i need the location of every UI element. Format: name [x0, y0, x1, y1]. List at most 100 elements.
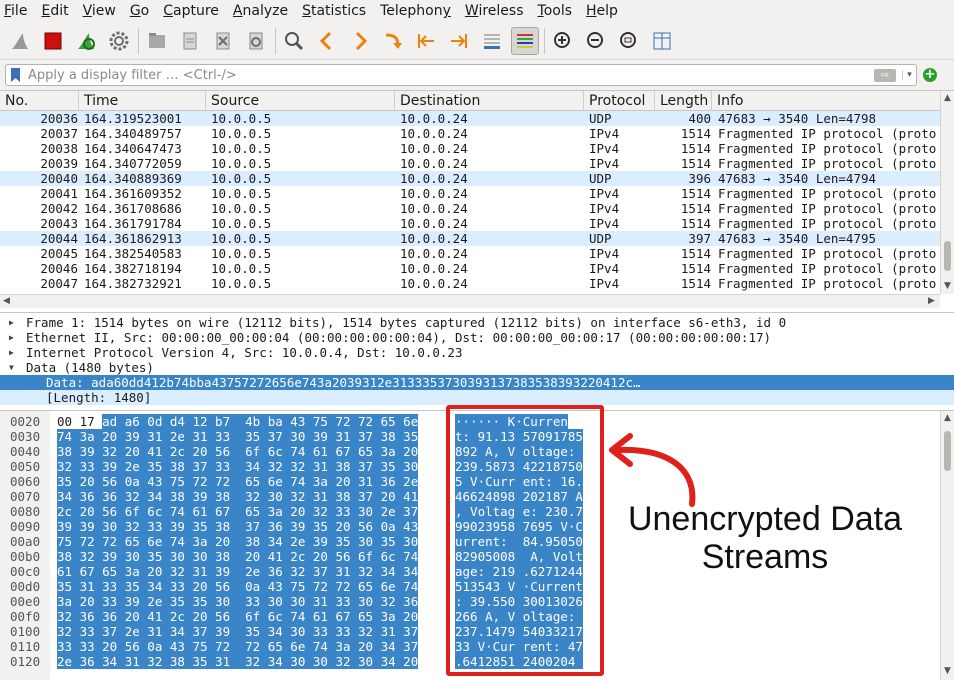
- packet-row[interactable]: 20042 164.361708686 10.0.0.5 10.0.0.24 IPv4 1…: [0, 201, 940, 216]
- go-to-packet-button[interactable]: [379, 27, 407, 55]
- packet-row[interactable]: 20039 164.340772059 10.0.0.5 10.0.0.24 IPv4 1…: [0, 156, 940, 171]
- packet-cell-info: 47683 → 3540 Len=4795: [718, 231, 877, 246]
- hex-line[interactable]: 3a 20 33 39 2e 35 35 30 33 30 30 31 33 3…: [57, 594, 419, 609]
- hex-line[interactable]: 32 36 36 20 41 2c 20 56 6f 6c 74 61 67 6…: [57, 609, 419, 624]
- packet-row[interactable]: 20045 164.382540583 10.0.0.5 10.0.0.24 IPv4 1…: [0, 246, 940, 261]
- detail-row-frame[interactable]: ▶ Frame 1: 1514 bytes on wire (12112 bits…: [0, 315, 954, 330]
- expand-arrow-icon[interactable]: ▶: [9, 315, 14, 330]
- capture-options-button[interactable]: [105, 27, 133, 55]
- packet-row[interactable]: 20047 164.382732921 10.0.0.5 10.0.0.24 IPv4 1…: [0, 276, 940, 291]
- packet-cell-proto: IPv4: [589, 186, 620, 201]
- hex-line[interactable]: 34 36 36 32 34 38 39 38 32 30 32 31 38 3…: [57, 489, 419, 504]
- packet-cell-proto: IPv4: [589, 276, 620, 291]
- menu-item-9[interactable]: Tools: [538, 3, 573, 19]
- zoom-out-button[interactable]: [582, 27, 610, 55]
- packet-row[interactable]: 20043 164.361791784 10.0.0.5 10.0.0.24 IPv4 1…: [0, 216, 940, 231]
- add-filter-button-icon[interactable]: +: [923, 68, 937, 82]
- first-packet-button[interactable]: [412, 27, 440, 55]
- expand-arrow-icon[interactable]: ▶: [9, 330, 14, 345]
- scroll-up-icon[interactable]: ▲: [944, 93, 951, 103]
- column-header-destination[interactable]: Destination: [395, 91, 584, 111]
- bytes-vertical-scrollbar[interactable]: ▲ ▼: [940, 411, 954, 680]
- display-filter-input[interactable]: Apply a display filter … <Ctrl-/> ⇨ ▾: [5, 64, 917, 86]
- column-header-length[interactable]: Length: [655, 91, 712, 111]
- menu-item-8[interactable]: Wireless: [465, 3, 524, 19]
- save-file-button[interactable]: [176, 27, 204, 55]
- menu-item-3[interactable]: Go: [130, 3, 149, 19]
- bookmark-icon[interactable]: [11, 68, 20, 82]
- scroll-down-icon[interactable]: ▼: [944, 281, 951, 291]
- menu-item-6[interactable]: Statistics: [302, 3, 366, 19]
- autoscroll-button[interactable]: [478, 27, 506, 55]
- hex-line[interactable]: 35 20 56 0a 43 75 72 72 65 6e 74 3a 20 3…: [57, 474, 419, 489]
- menu-item-2[interactable]: View: [83, 3, 116, 19]
- stop-capture-button[interactable]: [39, 27, 67, 55]
- expand-arrow-icon[interactable]: ▶: [9, 345, 14, 360]
- hex-line[interactable]: 2c 20 56 6f 6c 74 61 67 65 3a 20 32 33 3…: [57, 504, 419, 519]
- hex-line[interactable]: 00 17 ad a6 0d d4 12 b7 4b ba 43 75 72 7…: [57, 414, 419, 429]
- packet-row[interactable]: 20041 164.361609352 10.0.0.5 10.0.0.24 IPv4 1…: [0, 186, 940, 201]
- go-forward-button[interactable]: [346, 27, 374, 55]
- menu-item-4[interactable]: Capture: [163, 3, 219, 19]
- column-header-source[interactable]: Source: [206, 91, 395, 111]
- menu-item-0[interactable]: File: [4, 3, 27, 19]
- start-capture-button[interactable]: [6, 27, 34, 55]
- hex-line[interactable]: 61 67 65 3a 20 32 31 39 2e 36 32 37 31 3…: [57, 564, 419, 579]
- packet-row[interactable]: 20040 164.340889369 10.0.0.5 10.0.0.24 UDP 39…: [0, 171, 940, 186]
- menu-item-1[interactable]: Edit: [41, 3, 68, 19]
- column-header-info[interactable]: Info: [712, 91, 940, 111]
- close-file-button[interactable]: [209, 27, 237, 55]
- hex-line[interactable]: 33 33 20 56 0a 43 75 72 72 65 6e 74 3a 2…: [57, 639, 419, 654]
- open-file-button[interactable]: [143, 27, 171, 55]
- hex-line[interactable]: 74 3a 20 39 31 2e 31 33 35 37 30 39 31 3…: [57, 429, 419, 444]
- menu-item-10[interactable]: Help: [586, 3, 618, 19]
- packet-cell-time: 164.382732921: [84, 276, 182, 291]
- column-header-protocol[interactable]: Protocol: [584, 91, 655, 111]
- normal-size-button[interactable]: [615, 27, 643, 55]
- colorize-button[interactable]: [511, 26, 539, 55]
- go-back-button[interactable]: [313, 27, 341, 55]
- menu-text: Telephon: [380, 3, 443, 19]
- scroll-up-icon[interactable]: ▲: [944, 413, 951, 423]
- apply-filter-arrow-icon[interactable]: ⇨: [874, 68, 896, 82]
- reload-file-button[interactable]: [242, 27, 270, 55]
- detail-row-data-length[interactable]: [Length: 1480]: [0, 390, 954, 405]
- detail-row-ethernet[interactable]: ▶ Ethernet II, Src: 00:00:00_00:00:04 (00…: [0, 330, 954, 345]
- packet-row[interactable]: 20044 164.361862913 10.0.0.5 10.0.0.24 UDP 39…: [0, 231, 940, 246]
- hex-line[interactable]: 38 39 32 20 41 2c 20 56 6f 6c 74 61 67 6…: [57, 444, 419, 459]
- detail-row-data-selected[interactable]: Data: ada60dd412b74bba43757272656e743a20…: [0, 375, 954, 390]
- hex-line[interactable]: 2e 36 34 31 32 38 35 31 32 34 30 30 32 3…: [57, 654, 419, 669]
- packet-row[interactable]: 20038 164.340647473 10.0.0.5 10.0.0.24 IPv4 1…: [0, 141, 940, 156]
- packet-list-horizontal-scrollbar[interactable]: ◀ ▶: [0, 294, 940, 308]
- hex-line[interactable]: 32 33 37 2e 31 34 37 39 35 34 30 33 33 3…: [57, 624, 419, 639]
- scroll-down-icon[interactable]: ▼: [944, 666, 951, 676]
- detail-row-data[interactable]: ▼ Data (1480 bytes): [0, 360, 954, 375]
- packet-row[interactable]: 20037 164.340489757 10.0.0.5 10.0.0.24 IPv4 1…: [0, 126, 940, 141]
- collapse-arrow-icon[interactable]: ▼: [9, 360, 14, 375]
- packet-list-vertical-scrollbar[interactable]: ▲ ▼: [940, 91, 954, 294]
- hex-line[interactable]: 35 31 33 35 34 33 20 56 0a 43 75 72 72 6…: [57, 579, 419, 594]
- scroll-thumb[interactable]: [944, 431, 951, 471]
- resize-columns-button[interactable]: [648, 27, 676, 55]
- hex-line[interactable]: 75 72 72 65 6e 74 3a 20 38 34 2e 39 35 3…: [57, 534, 419, 549]
- column-header-time[interactable]: Time: [79, 91, 206, 111]
- hex-line[interactable]: 32 33 39 2e 35 38 37 33 34 32 32 31 38 3…: [57, 459, 419, 474]
- packet-row[interactable]: 20036 164.319523001 10.0.0.5 10.0.0.24 UDP 40…: [0, 111, 940, 126]
- restart-capture-button[interactable]: [72, 27, 100, 55]
- menu-text: o: [140, 3, 150, 19]
- zoom-in-button[interactable]: [549, 27, 577, 55]
- chevron-down-icon[interactable]: ▾: [902, 70, 916, 80]
- packet-row[interactable]: 20046 164.382718194 10.0.0.5 10.0.0.24 IPv4 1…: [0, 261, 940, 276]
- last-packet-button[interactable]: [445, 27, 473, 55]
- column-header-no[interactable]: No.: [0, 91, 79, 111]
- scroll-thumb[interactable]: [944, 241, 951, 271]
- find-packet-button[interactable]: [280, 27, 308, 55]
- packet-cell-len: 396: [688, 171, 711, 186]
- scroll-right-icon[interactable]: ▶: [928, 296, 935, 306]
- hex-line[interactable]: 39 39 30 32 33 39 35 38 37 36 39 35 20 5…: [57, 519, 419, 534]
- detail-row-ip[interactable]: ▶ Internet Protocol Version 4, Src: 10.0.…: [0, 345, 954, 360]
- scroll-left-icon[interactable]: ◀: [3, 296, 10, 306]
- hex-line[interactable]: 38 32 39 30 35 30 30 38 20 41 2c 20 56 6…: [57, 549, 419, 564]
- menu-item-7[interactable]: Telephony: [380, 3, 451, 19]
- menu-item-5[interactable]: Analyze: [233, 3, 288, 19]
